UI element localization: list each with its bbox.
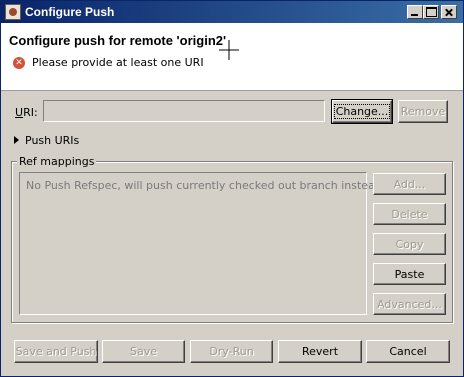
copy-refspec-button[interactable]: Copy (373, 233, 446, 255)
advanced-refspec-button[interactable]: Advanced... (373, 293, 446, 315)
dry-run-button[interactable]: Dry-Run (190, 340, 273, 363)
cancel-button[interactable]: Cancel (366, 340, 450, 363)
dialog-banner: Configure push for remote 'origin2' ✕ Pl… (1, 23, 463, 91)
close-button[interactable] (441, 5, 457, 19)
delete-refspec-button[interactable]: Delete (373, 203, 446, 225)
uri-label: URI: (15, 106, 38, 119)
crosshair-cursor-icon (219, 40, 239, 60)
banner-title: Configure push for remote 'origin2' (9, 33, 227, 48)
eclipse-app-icon (5, 4, 21, 20)
maximize-button[interactable] (423, 5, 439, 19)
expand-arrow-icon[interactable] (14, 136, 19, 144)
save-and-push-button[interactable]: Save and Push (14, 340, 98, 363)
save-button[interactable]: Save (102, 340, 185, 363)
change-uri-button[interactable]: Change... (331, 99, 393, 124)
add-refspec-button[interactable]: Add... (373, 173, 446, 195)
error-message: Please provide at least one URI (32, 56, 204, 69)
error-icon: ✕ (13, 57, 25, 69)
revert-button[interactable]: Revert (278, 340, 362, 363)
uri-input[interactable] (43, 100, 325, 122)
title-bar[interactable]: Configure Push (1, 1, 463, 23)
configure-push-dialog: Configure Push Configure push for remote… (0, 0, 464, 377)
push-uris-section-label[interactable]: Push URIs (25, 134, 79, 147)
minimize-button[interactable] (407, 5, 423, 19)
ref-mappings-empty-text: No Push Refspec, will push currently che… (26, 179, 386, 192)
remove-uri-button[interactable]: Remove (398, 100, 448, 123)
paste-refspec-button[interactable]: Paste (373, 263, 446, 285)
window-title: Configure Push (25, 5, 115, 19)
ref-mappings-list[interactable]: No Push Refspec, will push currently che… (19, 172, 385, 315)
ref-mappings-title: Ref mappings (17, 155, 97, 168)
